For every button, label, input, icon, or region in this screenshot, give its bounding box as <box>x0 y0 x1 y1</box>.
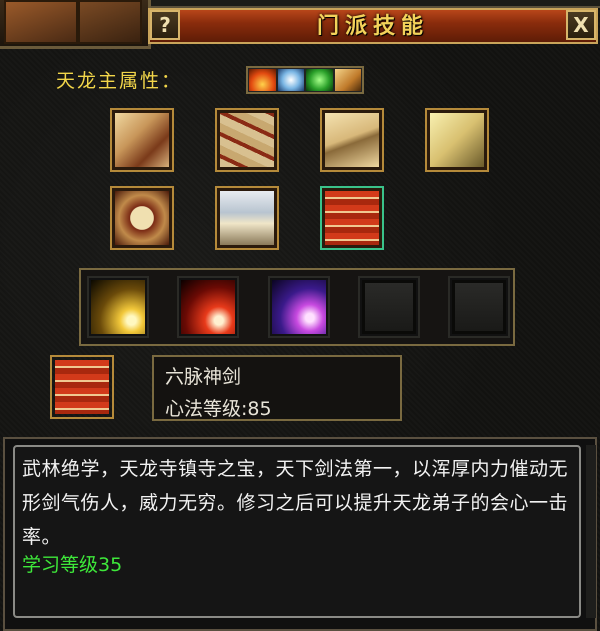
red-burst-icon <box>181 280 235 334</box>
skill-slot-3[interactable] <box>268 276 330 338</box>
skill-slot-2[interactable] <box>177 276 239 338</box>
purple-slash-icon <box>272 280 326 334</box>
skill-slot-5[interactable] <box>448 276 510 338</box>
red-stack-book-icon <box>325 191 379 245</box>
skill-book-blue[interactable] <box>215 186 279 250</box>
blue-book-icon <box>220 191 274 245</box>
corner-ornament <box>0 0 151 49</box>
empty-slot-icon <box>362 280 416 334</box>
light-icon <box>334 69 361 91</box>
bundle-book-icon <box>220 113 274 167</box>
ice-icon <box>277 69 304 91</box>
figure-book-icon <box>115 191 169 245</box>
help-button[interactable]: ? <box>150 10 180 40</box>
window-title: 门派技能 <box>316 13 429 39</box>
skill-book-figure[interactable] <box>110 186 174 250</box>
description-text: 武林绝学，天龙寺镇寺之宝，天下剑法第一，以浑厚内力催动无形剑气伤人，威力无穷。修… <box>22 458 569 548</box>
poison-icon <box>306 69 333 91</box>
yellow-book-icon <box>430 113 484 167</box>
skill-name: 六脉神剑 <box>165 366 242 388</box>
skill-book-red-stack[interactable] <box>320 186 384 250</box>
skill-level: 心法等级:85 <box>165 398 272 420</box>
learn-level: 学习等级35 <box>22 554 123 576</box>
yellow-burst-icon <box>91 280 145 334</box>
main-attribute-label: 天龙主属性： <box>56 70 183 92</box>
current-skill-book[interactable] <box>50 355 114 419</box>
red-stack-book-icon <box>55 360 109 414</box>
skill-slot-4[interactable] <box>358 276 420 338</box>
attribute-icons <box>246 66 364 94</box>
skill-book-yellow[interactable] <box>425 108 489 172</box>
fire-icon <box>249 69 276 91</box>
window-top-border <box>148 0 600 8</box>
skill-book-scroll[interactable] <box>110 108 174 172</box>
scroll-book-icon <box>115 113 169 167</box>
skill-slot-1[interactable] <box>87 276 149 338</box>
description-scrollbar[interactable] <box>586 445 596 618</box>
skill-book-open[interactable] <box>320 108 384 172</box>
open-book-icon <box>325 113 379 167</box>
close-button[interactable]: X <box>566 10 596 40</box>
skill-book-bundle[interactable] <box>215 108 279 172</box>
empty-slot-icon <box>452 280 506 334</box>
